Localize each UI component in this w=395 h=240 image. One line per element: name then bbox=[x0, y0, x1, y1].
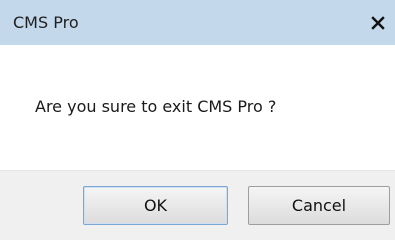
button-bar: OK Cancel bbox=[0, 170, 395, 240]
window-title: CMS Pro bbox=[13, 13, 79, 32]
close-icon bbox=[371, 16, 385, 30]
close-button[interactable] bbox=[363, 8, 393, 38]
cancel-button[interactable]: Cancel bbox=[248, 186, 390, 225]
ok-button[interactable]: OK bbox=[83, 186, 228, 225]
title-bar: CMS Pro bbox=[0, 0, 395, 45]
dialog-content: Are you sure to exit CMS Pro ? bbox=[0, 45, 395, 170]
confirm-message: Are you sure to exit CMS Pro ? bbox=[35, 97, 277, 116]
confirm-exit-dialog: CMS Pro Are you sure to exit CMS Pro ? O… bbox=[0, 0, 395, 240]
